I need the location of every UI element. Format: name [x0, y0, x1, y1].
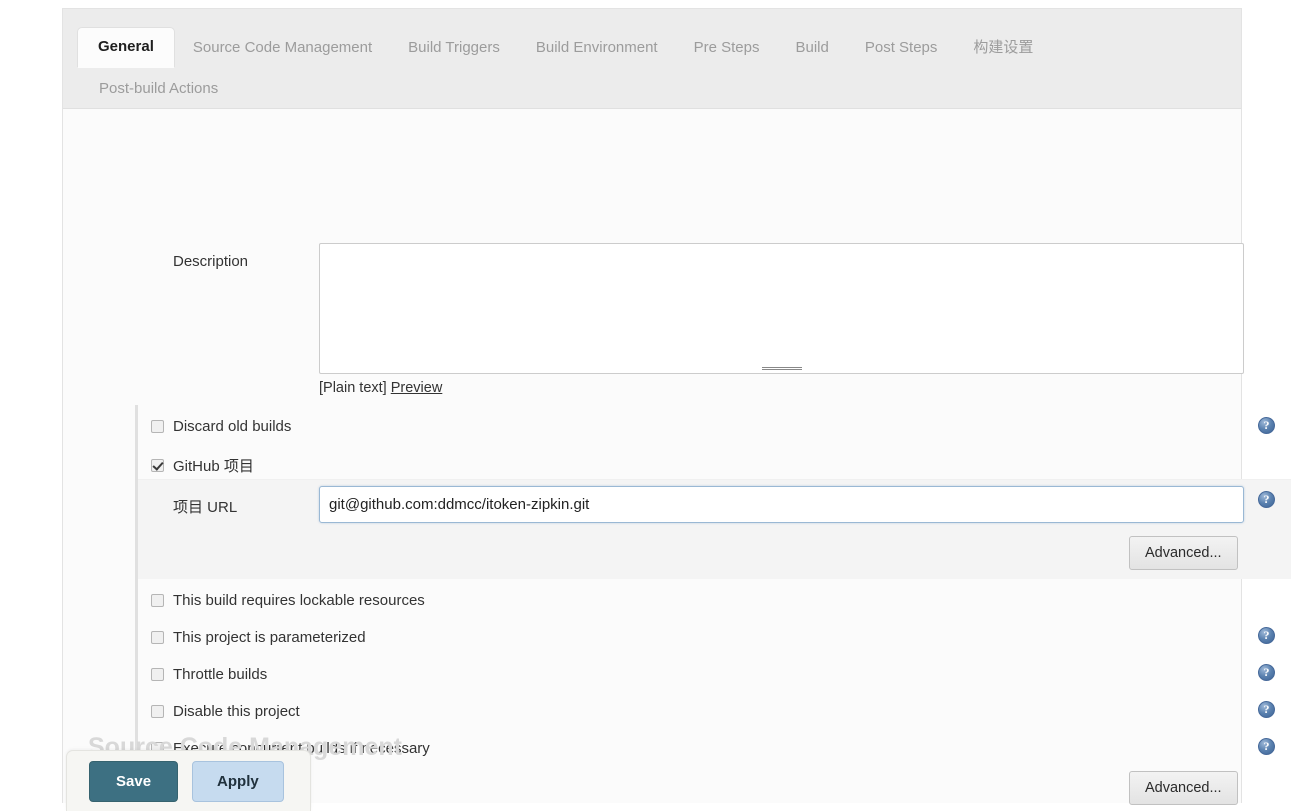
form-action-bar: Save Apply — [66, 750, 311, 811]
apply-button[interactable]: Apply — [192, 760, 284, 802]
plain-text-label: [Plain text] — [319, 380, 387, 396]
help-icon-project-url[interactable]: ? — [1258, 491, 1275, 508]
description-format-note: [Plain text] Preview — [319, 380, 442, 396]
config-panel: General Source Code Management Build Tri… — [62, 8, 1291, 805]
save-button[interactable]: Save — [89, 760, 179, 802]
description-label: Description — [173, 253, 249, 270]
jenkins-job-config-screen: General Source Code Management Build Tri… — [0, 0, 1308, 811]
advanced-github-button[interactable]: Advanced... — [1129, 536, 1238, 570]
tab-post-steps[interactable]: Post Steps — [847, 29, 956, 67]
project-url-label: 项目 URL — [173, 499, 238, 516]
github-project-checkbox[interactable] — [151, 459, 164, 472]
tab-row-secondary: Post-build Actions — [63, 67, 1241, 111]
tab-source-code-management[interactable]: Source Code Management — [175, 29, 390, 67]
section-rail — [135, 405, 138, 760]
textarea-resize-handle[interactable] — [761, 366, 802, 371]
help-icon-parameterized[interactable]: ? — [1258, 627, 1275, 644]
tab-build-environment[interactable]: Build Environment — [518, 29, 676, 67]
help-icon-discard-old-builds[interactable]: ? — [1258, 417, 1275, 434]
throttle-builds-label: Throttle builds — [173, 666, 268, 683]
tab-build[interactable]: Build — [777, 29, 846, 67]
discard-old-builds-checkbox[interactable] — [151, 420, 164, 433]
lockable-resources-label: This build requires lockable resources — [173, 592, 425, 609]
config-tab-bar: General Source Code Management Build Tri… — [63, 9, 1241, 109]
parameterized-label: This project is parameterized — [173, 629, 366, 646]
tab-build-settings[interactable]: 构建设置 — [955, 29, 1051, 67]
tab-pre-steps[interactable]: Pre Steps — [676, 29, 778, 67]
help-icon-concurrent-builds[interactable]: ? — [1258, 738, 1275, 755]
advanced-general-button[interactable]: Advanced... — [1129, 771, 1238, 805]
lockable-resources-checkbox[interactable] — [151, 594, 164, 607]
checkbox-row-parameterized[interactable]: This project is parameterized — [151, 629, 366, 646]
project-url-input[interactable]: git@github.com:ddmcc/itoken-zipkin.git — [319, 486, 1244, 523]
tab-row-primary: General Source Code Management Build Tri… — [63, 19, 1241, 68]
description-textarea[interactable] — [319, 243, 1244, 374]
checkbox-row-lockable-resources[interactable]: This build requires lockable resources — [151, 592, 425, 609]
checkbox-row-discard-old-builds[interactable]: Discard old builds — [151, 418, 291, 435]
checkbox-row-github-project[interactable]: GitHub 项目 — [151, 455, 254, 476]
checkbox-row-throttle-builds[interactable]: Throttle builds — [151, 666, 267, 683]
preview-link[interactable]: Preview — [391, 380, 443, 396]
tab-post-build-actions[interactable]: Post-build Actions — [81, 70, 236, 108]
checkbox-row-disable-project[interactable]: Disable this project — [151, 703, 300, 720]
tab-general[interactable]: General — [77, 27, 175, 68]
throttle-builds-checkbox[interactable] — [151, 668, 164, 681]
tab-build-triggers[interactable]: Build Triggers — [390, 29, 518, 67]
discard-old-builds-label: Discard old builds — [173, 418, 292, 435]
help-icon-disable-project[interactable]: ? — [1258, 701, 1275, 718]
disable-project-checkbox[interactable] — [151, 705, 164, 718]
help-icon-throttle-builds[interactable]: ? — [1258, 664, 1275, 681]
github-project-label: GitHub 项目 — [173, 458, 254, 475]
parameterized-checkbox[interactable] — [151, 631, 164, 644]
disable-project-label: Disable this project — [173, 703, 300, 720]
